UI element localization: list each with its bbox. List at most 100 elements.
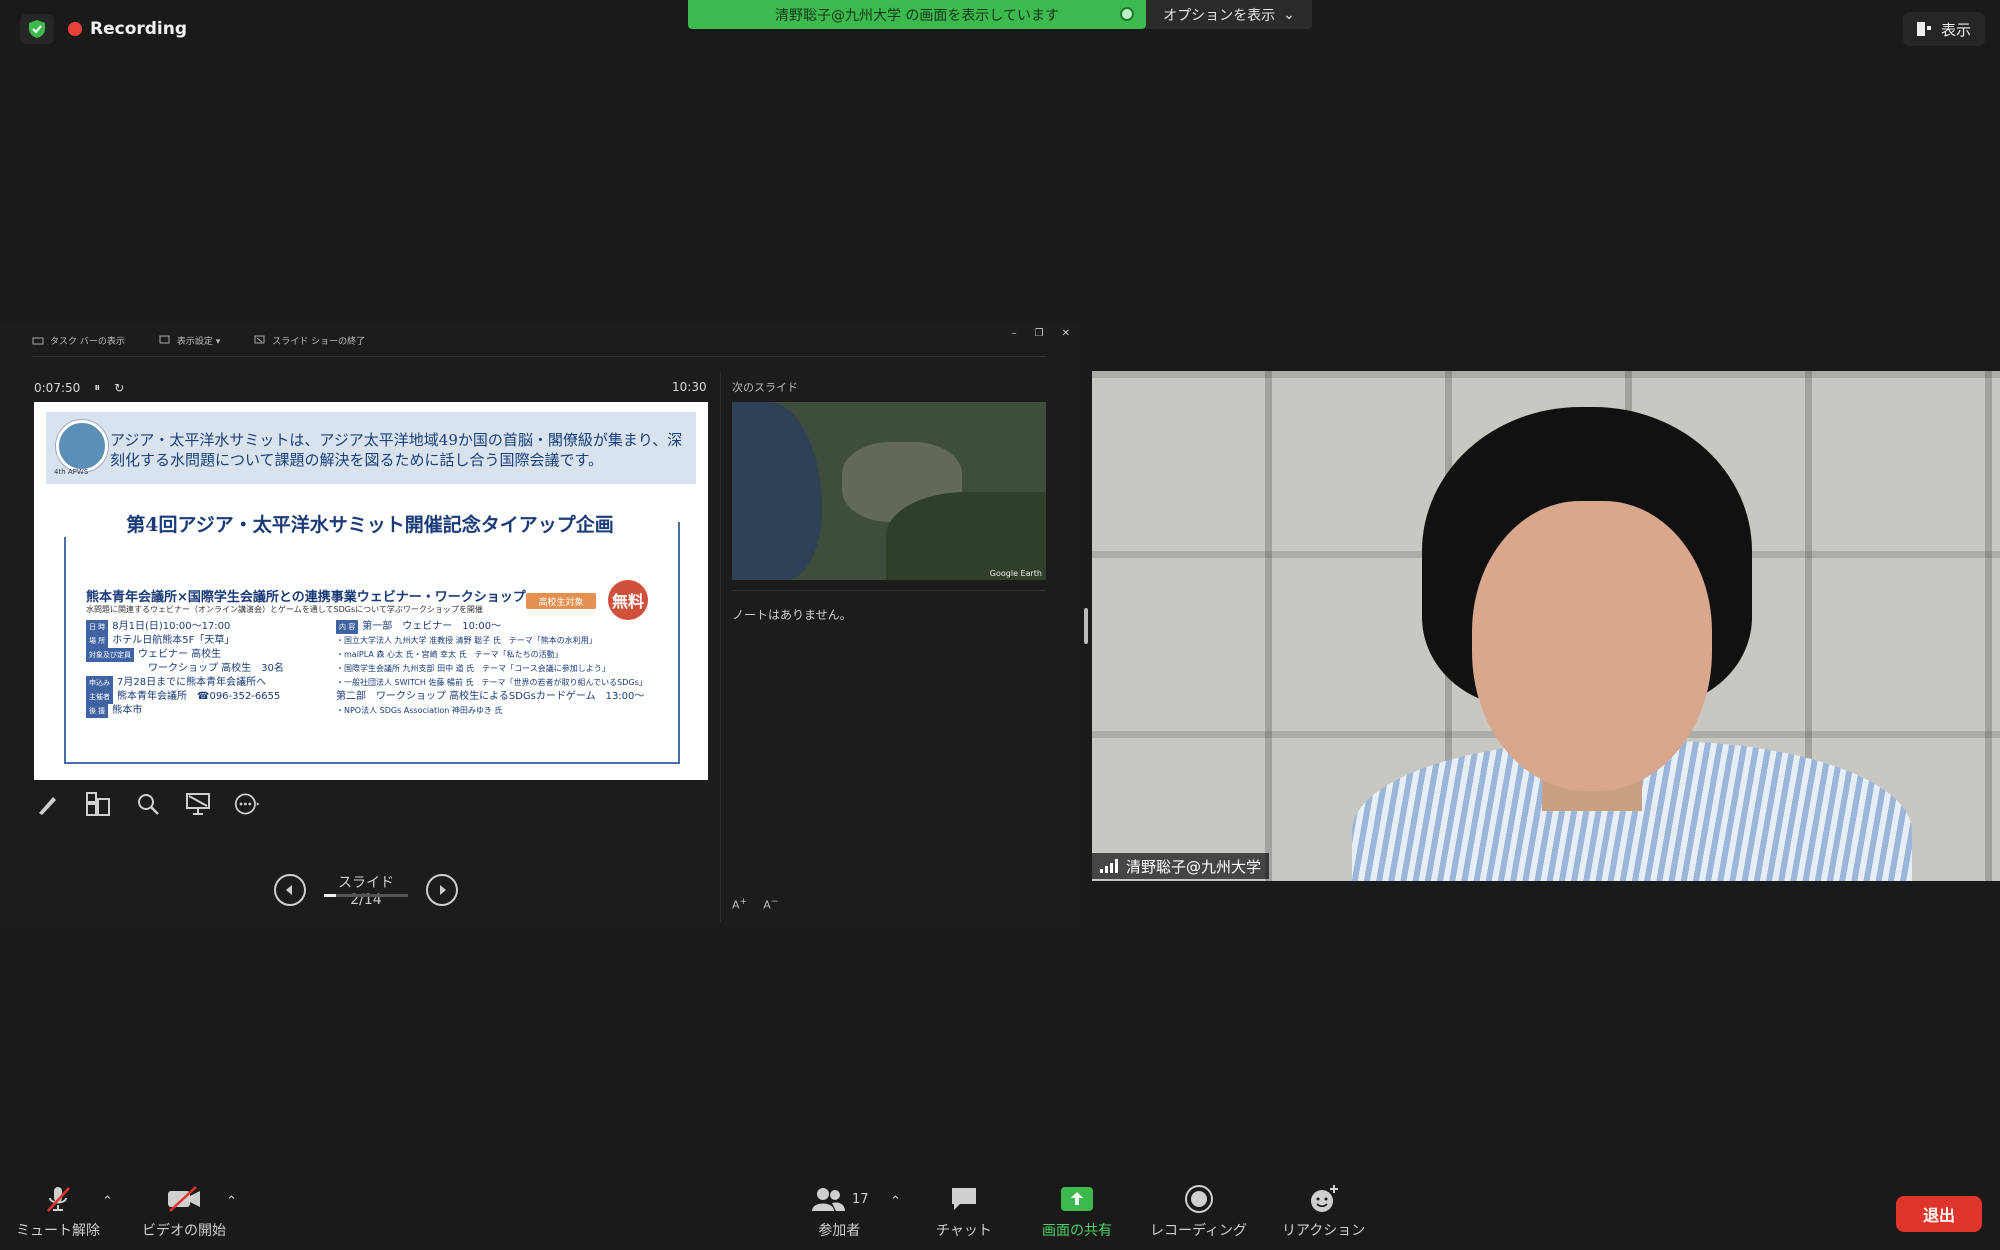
event-details: 日 時 8月1日(日)10:00〜17:00 場 所ホテル日航熊本5F「天草」 対… [86,620,666,718]
recording-button[interactable]: レコーディング [1150,1184,1247,1240]
font-smaller-button[interactable]: A− [763,896,778,912]
leave-label: 退出 [1922,1206,1955,1225]
next-slide-label: 次のスライド [732,381,798,394]
view-layout-icon [1916,22,1931,36]
pause-icon[interactable]: ⏸ [94,380,100,395]
detail-row: 主催者 熊本青年会議所 ☎096-352-6655 [86,690,336,704]
shared-screen-presenter-view: タスク バーの表示 表示設定 ▾ スライド ショーの終了 – ❐ ✕ 0:07:… [0,322,1080,928]
recording-dot-icon [68,22,82,36]
taskbar-icon [32,337,44,345]
font-larger-label: A [732,898,740,912]
detail-tag: 主催者 [86,690,113,704]
program-row: ・国際学生会議所 九州支部 田中 道 氏 テーマ「コース会議に参加しよう」 [336,664,610,673]
detail-row: 申込み 7月28日までに熊本青年会議所へ [86,676,336,690]
next-slide-button[interactable] [426,874,458,906]
recording-label: Recording [90,19,188,39]
unmute-label: ミュート解除 [16,1223,100,1239]
display-settings-button[interactable]: 表示設定 ▾ [159,334,220,347]
program-row: 第二部 ワークショップ 高校生によるSDGsカードゲーム 13:00〜 [336,691,645,702]
notes-font-controls: A+ A− [732,896,778,912]
reactions-button[interactable]: リアクション [1282,1184,1365,1240]
details-left-column: 日 時 8月1日(日)10:00〜17:00 場 所ホテル日航熊本5F「天草」 対… [86,620,336,718]
recording-button-label: レコーディング [1150,1223,1248,1239]
detail-tag: 後 援 [86,704,109,718]
minimize-icon[interactable]: – [1012,328,1017,339]
unmute-button[interactable]: ミュート解除 [16,1184,100,1240]
reset-timer-icon[interactable]: ↻ [114,381,124,395]
screen-share-banner: 清野聡子@九州大学 の画面を表示しています [688,0,1146,29]
detail-tag: 日 時 [86,620,109,634]
detail-text: 7月28日までに熊本青年会議所へ [117,677,267,688]
program-text: 第一部 ウェビナー 10:00〜 [362,621,502,632]
participants-button[interactable]: 17 参加者 [810,1184,869,1240]
slide-title: 第4回アジア・太平洋水サミット開催記念タイアップ企画 [64,510,676,537]
map-hills [886,492,1046,580]
close-icon[interactable]: ✕ [1062,328,1070,339]
view-options-button[interactable]: オプションを表示 ⌄ [1146,0,1312,29]
share-status-icon [1120,7,1134,21]
pen-tool[interactable] [34,790,62,818]
detail-row: 対象及び定員 ウェビナー 高校生 [86,648,336,662]
see-all-slides-tool[interactable] [84,790,112,818]
display-settings-icon [159,335,170,344]
participants-options-caret-icon[interactable]: ⌃ [890,1194,901,1209]
audio-options-caret-icon[interactable]: ⌃ [102,1194,113,1209]
presenter-tools [34,790,262,818]
slide-counter-text: スライド 2/14 [338,875,394,908]
more-options-icon [234,793,260,815]
slide-subtitle-note: 水問題に関連するウェビナー（オンライン講演会）とゲームを通してSDGsについて学… [86,605,483,614]
end-slideshow-label: スライド ショーの終了 [272,336,366,347]
show-taskbar-button[interactable]: タスク バーの表示 [32,334,125,347]
participant-video[interactable] [1092,371,2000,881]
program-row: ・国立大学法人 九州大学 准教授 清野 聡子 氏 テーマ「熊本の水利用」 [336,636,597,645]
detail-text: ホテル日航熊本5F「天草」 [112,635,235,646]
display-settings-label: 表示設定 ▾ [176,336,221,347]
share-banner-text: 清野聡子@九州大学 の画面を表示しています [774,7,1060,24]
window-controls: – ❐ ✕ [1012,328,1070,339]
recording-indicator[interactable]: Recording [68,16,187,42]
share-screen-button[interactable]: 画面の共有 [1042,1184,1112,1240]
current-slide: 4th APWS アジア・太平洋水サミットは、アジア太平洋地域49か国の首脳・閣… [34,402,708,780]
participants-icon [812,1188,845,1211]
participant-name-tag: 清野聡子@九州大学 [1092,853,1270,879]
font-larger-button[interactable]: A+ [732,896,747,912]
reactions-label: リアクション [1282,1223,1366,1239]
leave-meeting-button[interactable]: 退出 [1896,1196,1982,1232]
speaker-notes: ノートはありません。 [732,608,852,622]
security-shield-icon[interactable] [20,14,54,44]
end-slideshow-icon [254,335,265,344]
map-credit: Google Earth [989,569,1042,578]
apws-logo [56,420,108,472]
program-row: ・一般社団法人 SWITCH 佐藤 暢前 氏 テーマ「世界の若者が取り組んでいる… [336,678,647,687]
detail-row: 場 所ホテル日航熊本5F「天草」 [86,634,336,648]
start-video-button[interactable]: ビデオの開始 [142,1184,226,1240]
slide-counter: スライド 2/14 [324,872,408,908]
microphone-muted-icon [47,1187,70,1212]
video-options-caret-icon[interactable]: ⌃ [226,1194,237,1209]
slide-subtitle: 熊本青年会議所×国際学生会議所との連携事業ウェビナー・ワークショップ [86,590,526,605]
free-badge: 無料 [608,580,648,620]
next-slide-preview[interactable]: Google Earth [732,402,1046,580]
start-video-label: ビデオの開始 [142,1223,226,1239]
chat-button[interactable]: チャット [936,1184,992,1240]
detail-text: ワークショップ 高校生 30名 [148,663,284,674]
previous-slide-button[interactable] [274,874,306,906]
restore-icon[interactable]: ❐ [1035,328,1044,339]
black-screen-tool[interactable] [184,790,212,818]
split-view-handle[interactable] [1084,608,1088,644]
zoom-tool[interactable] [134,790,162,818]
program-row: ・maiPLA 森 心太 氏・宮崎 幸太 氏 テーマ「私たちの活動」 [336,650,563,659]
apws-logo-text: 4th APWS [54,468,89,476]
magnifier-icon [138,794,159,815]
more-options-tool[interactable] [234,790,262,818]
detail-text: ウェビナー 高校生 [138,649,222,660]
target-badge: 高校生対象 [526,593,596,609]
slide-navigation: スライド 2/14 [274,872,458,908]
detail-row: 後 援熊本市 [86,704,336,718]
view-button[interactable]: 表示 [1903,12,1985,46]
end-slideshow-button[interactable]: スライド ショーの終了 [254,334,365,347]
view-options-label: オプションを表示 [1163,7,1276,24]
participant-name: 清野聡子@九州大学 [1126,857,1262,876]
participant-count: 17 [852,1191,869,1207]
detail-row: 日 時 8月1日(日)10:00〜17:00 [86,620,336,634]
